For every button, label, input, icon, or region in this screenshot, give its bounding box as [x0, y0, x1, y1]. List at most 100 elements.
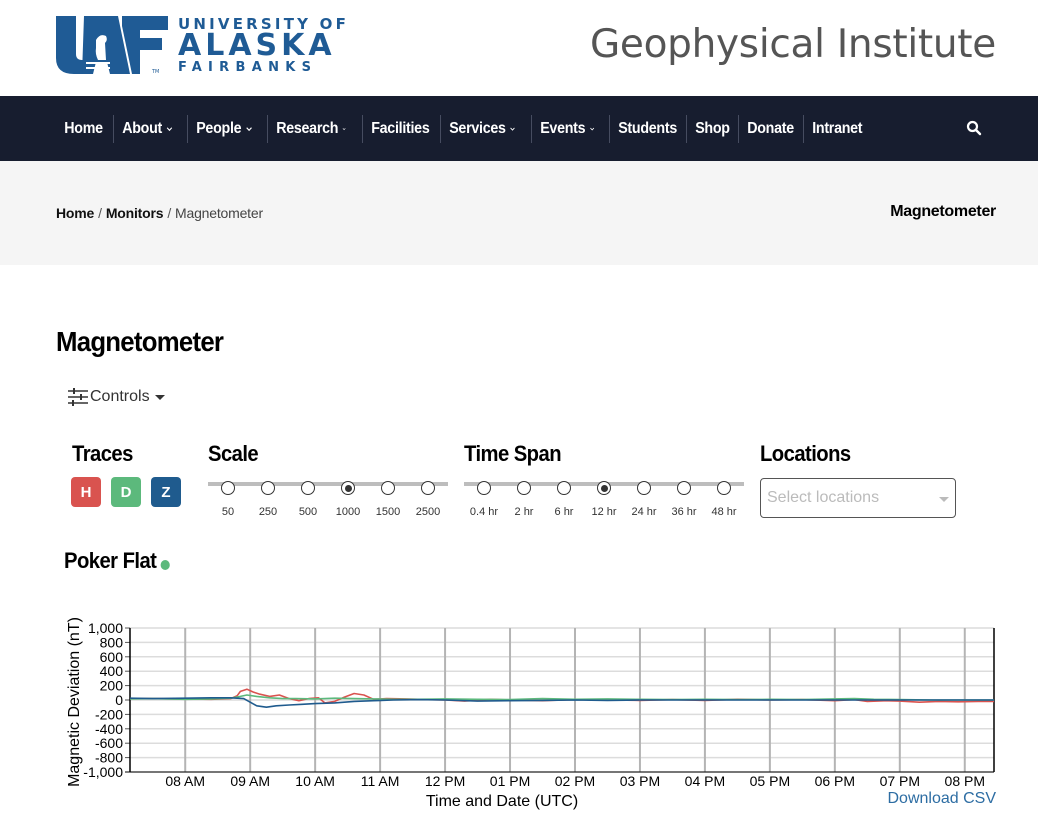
site-header: TM UNIVERSITY OF ALASKA FAIRBANKS Geophy…: [0, 0, 1038, 96]
nav-item-shop[interactable]: Shop: [686, 114, 734, 143]
breadcrumb-current: Magnetometer: [175, 205, 263, 221]
scale-track: [208, 482, 448, 486]
nav-item-facilities[interactable]: Facilities: [362, 114, 434, 143]
breadcrumb-monitors[interactable]: Monitors: [106, 205, 164, 221]
x-tick-label: 10 AM: [295, 773, 335, 789]
uaf-logo-mark: TM: [56, 16, 168, 74]
nav-item-intranet[interactable]: Intranet: [803, 114, 867, 143]
nav-item-label: Events: [540, 119, 586, 137]
svg-text:TM: TM: [151, 69, 159, 74]
x-axis-label: Time and Date (UTC): [426, 793, 578, 810]
chart-svg: 1,0008006004002000-200-400-600-800-1,000…: [60, 605, 995, 810]
time-span-radio[interactable]: [637, 481, 651, 495]
station-title: Poker Flat: [64, 548, 171, 574]
nav-item-people[interactable]: People: [187, 114, 261, 143]
time-span-radio[interactable]: [597, 481, 611, 495]
nav-item-label: Facilities: [371, 119, 430, 137]
trace-toggle-z[interactable]: Z: [151, 477, 181, 507]
nav-item-label: Home: [64, 119, 103, 137]
dropdown-arrow-icon: [939, 497, 949, 502]
controls-toggle-button[interactable]: Controls: [68, 388, 165, 406]
scale-radio-label: 50: [221, 506, 235, 518]
nav-item-label: Services: [449, 119, 506, 137]
scale-heading: Scale: [208, 441, 259, 466]
site-title[interactable]: Geophysical Institute: [590, 22, 996, 67]
x-tick-label: 12 PM: [425, 773, 465, 789]
breadcrumb: Home / Monitors / Magnetometer: [56, 205, 263, 221]
locations-select[interactable]: Select locations: [760, 478, 956, 518]
chevron-down-icon: [590, 127, 595, 131]
breadcrumb-page-label: Magnetometer: [890, 203, 996, 220]
nav-item-label: Students: [618, 119, 678, 137]
search-icon[interactable]: [966, 120, 982, 136]
trace-toggle-h[interactable]: H: [71, 477, 101, 507]
scale-radio-label: 250: [258, 506, 278, 518]
locations-placeholder: Select locations: [767, 489, 880, 506]
time-span-radio-label: 12 hr: [591, 506, 617, 518]
time-span-radio[interactable]: [477, 481, 491, 495]
trace-toggle-d[interactable]: D: [111, 477, 141, 507]
nav-list: Home About People Research Facilities Service…: [56, 96, 873, 161]
nav-item-students[interactable]: Students: [609, 114, 680, 143]
nav-item-label: Shop: [695, 119, 730, 137]
x-tick-label: 08 AM: [165, 773, 205, 789]
chevron-down-icon: [246, 126, 252, 131]
nav-item-label: About: [122, 119, 163, 137]
nav-item-label: Research: [276, 119, 339, 137]
chevron-down-icon: [166, 126, 173, 131]
x-tick-label: 04 PM: [685, 773, 725, 789]
time-span-radio[interactable]: [557, 481, 571, 495]
nav-item-donate[interactable]: Donate: [738, 114, 798, 143]
x-tick-label: 07 PM: [880, 773, 920, 789]
scale-radio-label: 1500: [375, 506, 401, 518]
scale-radio[interactable]: [301, 481, 315, 495]
scale-radio[interactable]: [221, 481, 235, 495]
x-tick-label: 11 AM: [361, 773, 400, 789]
nav-item-home[interactable]: Home: [56, 115, 108, 143]
scale-radio-label: 500: [298, 506, 318, 518]
scale-radio[interactable]: [341, 481, 355, 495]
uaf-logo[interactable]: TM UNIVERSITY OF ALASKA FAIRBANKS: [56, 16, 349, 75]
scale-radio-label: 2500: [415, 506, 441, 518]
time-span-radio-label: 48 hr: [711, 506, 737, 518]
station-name: Poker Flat: [64, 548, 157, 573]
chevron-down-icon: [510, 127, 516, 131]
x-tick-label: 06 PM: [815, 773, 855, 789]
nav-item-label: Intranet: [812, 119, 863, 137]
caret-down-icon: [154, 394, 165, 400]
uaf-wordmark: UNIVERSITY OF ALASKA FAIRBANKS: [178, 16, 349, 75]
x-tick-label: 08 PM: [945, 773, 985, 789]
time-span-radio-label: 36 hr: [671, 506, 697, 518]
time-span-radio-label: 24 hr: [631, 506, 657, 518]
time-span-radio[interactable]: [677, 481, 691, 495]
scale-radio[interactable]: [261, 481, 275, 495]
nav-item-events[interactable]: Events: [531, 114, 603, 143]
breadcrumb-home[interactable]: Home: [56, 205, 94, 221]
breadcrumb-separator: /: [167, 205, 172, 221]
breadcrumb-band: Home / Monitors / Magnetometer Magnetome…: [0, 161, 1038, 265]
locations-heading: Locations: [760, 441, 851, 466]
controls-label: Controls: [90, 388, 150, 405]
station-status-dot: [160, 560, 171, 570]
traces-heading: Traces: [72, 441, 133, 466]
nav-item-research[interactable]: Research: [267, 114, 354, 143]
sliders-icon: [68, 388, 88, 406]
scale-radio-label: 1000: [335, 506, 361, 518]
download-csv-link[interactable]: Download CSV: [888, 790, 997, 808]
time-span-radio[interactable]: [717, 481, 731, 495]
x-tick-label: 02 PM: [555, 773, 595, 789]
breadcrumb-separator: /: [98, 205, 102, 221]
time-span-radio-label: 2 hr: [514, 506, 534, 518]
time-span-radio-label: 0.4 hr: [469, 506, 499, 518]
scale-radio[interactable]: [421, 481, 435, 495]
nav-item-about[interactable]: About: [113, 114, 181, 143]
x-tick-label: 05 PM: [750, 773, 790, 789]
page-title: Magnetometer: [56, 326, 224, 357]
time-span-radio-label: 6 hr: [554, 506, 574, 518]
nav-item-services[interactable]: Services: [440, 114, 524, 143]
x-tick-label: 09 AM: [230, 773, 270, 789]
time-span-radio[interactable]: [517, 481, 531, 495]
nav-item-label: People: [196, 119, 242, 137]
scale-radio[interactable]: [381, 481, 395, 495]
y-axis-label: Magnetic Deviation (nT): [66, 617, 83, 787]
